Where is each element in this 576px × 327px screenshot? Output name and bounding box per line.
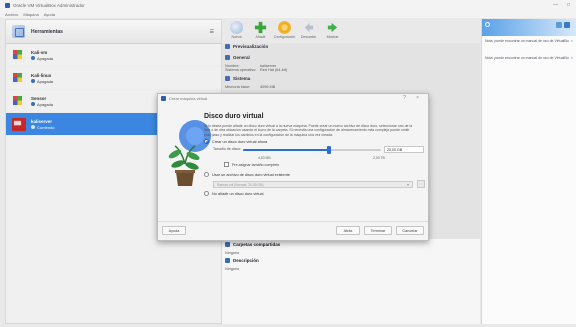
no-disk-radio[interactable]: No añadir un disco duro virtual <box>204 191 264 196</box>
vm-os-icon <box>12 117 26 131</box>
state-icon <box>31 79 35 83</box>
create-disk-radio[interactable]: Crear un disco duro virtual ahora <box>204 139 267 144</box>
dialog-description: Si lo desea puede añadir un disco duro v… <box>204 124 413 137</box>
checkbox-icon <box>224 162 229 167</box>
help-icon[interactable] <box>485 22 490 27</box>
back-button[interactable]: Atrás <box>336 226 360 235</box>
radio-icon <box>204 172 209 177</box>
vm-os-icon <box>12 94 26 108</box>
vm-state: Corriendo <box>31 125 55 130</box>
vm-name: kaliserver <box>31 118 53 124</box>
chevron-down-icon: ▾ <box>406 182 409 187</box>
preallocate-checkbox[interactable]: Pre-asignar tamaño completo <box>224 162 279 167</box>
vm-name: Kali-linux <box>31 72 52 78</box>
vm-state: Apagada <box>31 102 53 107</box>
shared-folders-section-header[interactable]: Carpetas compartidas <box>225 242 280 247</box>
details-view-icon[interactable] <box>556 22 562 28</box>
finish-button[interactable]: Terminar <box>364 226 392 235</box>
disk-size-input[interactable]: 20,00 GB <box>384 146 424 153</box>
help-button[interactable]: Ayuda <box>162 226 186 235</box>
help-note: Nota: puede encontrar un manual de uso d… <box>485 56 569 60</box>
tools-icon <box>12 25 25 38</box>
dialog-titlebar: Crear máquina virtual <box>158 94 428 103</box>
vm-name: Kali-vm <box>31 49 48 55</box>
vm-item-kali-vm[interactable]: Kali-vm Apagada <box>6 44 221 67</box>
description-value: Ninguno <box>225 267 240 271</box>
dialog-help-button[interactable]: ? <box>403 95 406 101</box>
main-toolbar: Nueva Añadir Configuración Descartar Mos… <box>222 19 480 43</box>
discard-icon <box>304 22 314 33</box>
cancel-button[interactable]: Cancelar <box>396 226 424 235</box>
folder-icon <box>225 242 230 247</box>
description-section-header[interactable]: Descripción <box>225 258 259 263</box>
vm-item-kali-linux[interactable]: Kali-linux Apagada <box>6 67 221 90</box>
folder-browse-icon[interactable] <box>417 180 425 188</box>
discard-button[interactable]: Descartar <box>298 21 319 43</box>
disk-size-label: Tamaño de disco: <box>213 147 242 151</box>
menu-maquina[interactable]: Máquina <box>23 12 38 17</box>
start-icon <box>327 22 338 33</box>
menu-archivo[interactable]: Archivo <box>5 12 18 17</box>
existing-disk-select[interactable]: Ramon.vdi (Normal, 20,00 GB) ▾ <box>213 181 413 188</box>
dialog-title: Crear máquina virtual <box>169 96 208 101</box>
help-panel-header <box>482 19 576 36</box>
vm-state: Apagada <box>31 56 53 61</box>
menu-ayuda[interactable]: Ayuda <box>44 12 55 17</box>
existing-disk-radio[interactable]: Usar un archivo de disco duro virtual ex… <box>204 172 290 177</box>
state-icon <box>31 102 35 106</box>
state-icon <box>31 56 35 60</box>
virtualbox-logo-icon <box>161 96 166 101</box>
slider-max-label: 2,00 TB <box>373 156 385 160</box>
help-panel: Nota: puede encontrar un manual de uso d… <box>481 19 576 324</box>
dialog-footer: Ayuda Atrás Terminar Cancelar <box>158 221 428 241</box>
add-button[interactable]: Añadir <box>250 21 271 43</box>
list-view-icon[interactable] <box>564 22 570 28</box>
add-icon <box>254 21 267 34</box>
close-note-icon[interactable]: × <box>571 38 573 43</box>
maximize-button[interactable]: □ <box>567 2 570 8</box>
state-icon <box>31 125 35 129</box>
start-button[interactable]: Mostrar <box>322 21 343 43</box>
tools-label: Herramientas <box>31 28 63 35</box>
settings-button[interactable]: Configuración <box>274 21 295 43</box>
virtualbox-logo-icon <box>5 2 10 8</box>
settings-icon <box>278 21 291 34</box>
slider-fill <box>243 149 329 151</box>
radio-icon <box>204 191 209 196</box>
radio-selected-icon <box>204 139 209 144</box>
slider-min-label: 4,00 MB <box>258 156 271 160</box>
vm-state: Apagada <box>31 79 53 84</box>
vm-name: Sensor <box>31 95 47 101</box>
description-icon <box>225 258 230 263</box>
new-button[interactable]: Nueva <box>226 21 247 43</box>
menu-bar: Archivo Máquina Ayuda <box>0 10 576 18</box>
window-title: Oracle VM VirtualBox Administrador <box>13 2 85 8</box>
dialog-close-button[interactable]: × <box>416 95 419 101</box>
tools-menu-icon[interactable]: ☰ <box>210 29 215 35</box>
help-note: Nota: puede encontrar un manual de uso d… <box>485 39 569 43</box>
new-icon <box>230 21 243 34</box>
minimize-button[interactable]: — <box>553 2 558 8</box>
tools-item[interactable]: Herramientas ☰ <box>6 20 221 44</box>
shared-folders-value: Ninguno <box>225 251 240 255</box>
vm-os-icon <box>12 48 26 62</box>
dialog-heading: Disco duro virtual <box>204 113 264 120</box>
window-titlebar: Oracle VM VirtualBox Administrador — □ <box>0 0 576 10</box>
slider-thumb[interactable] <box>326 146 331 154</box>
vm-os-icon <box>12 71 26 85</box>
create-vm-dialog: Crear máquina virtual ? × Disco duro vir… <box>157 93 429 241</box>
close-note-icon[interactable]: × <box>571 55 573 60</box>
disk-size-slider[interactable] <box>243 146 381 154</box>
